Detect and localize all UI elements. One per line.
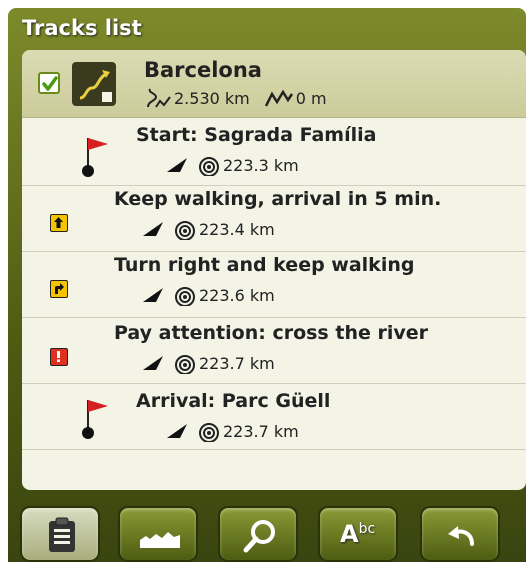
waypoint-row[interactable]: Turn right and keep walking 223.6 km <box>22 252 526 318</box>
waypoint-distance: 223.7 km <box>223 421 299 441</box>
waypoint-title: Keep walking, arrival in 5 min. <box>114 188 442 210</box>
right-turn-sign-icon <box>50 280 68 298</box>
waypoint-distance-row: 223.3 km <box>166 154 299 176</box>
waypoint-distance-row: 223.4 km <box>142 218 275 240</box>
waypoint-title: Turn right and keep walking <box>114 254 415 276</box>
bearing-arrow-icon <box>143 288 163 302</box>
warning-sign-icon <box>50 348 68 366</box>
waypoint-row[interactable]: Pay attention: cross the river 223.7 km <box>22 318 526 384</box>
search-button[interactable] <box>218 506 298 562</box>
waypoint-distance-row: 223.7 km <box>166 420 299 442</box>
back-arrow-icon <box>448 526 474 546</box>
waypoint-title: Start: Sagrada Família <box>136 124 377 146</box>
list-button[interactable] <box>20 506 100 562</box>
checkmark-icon <box>42 76 58 91</box>
waypoint-row[interactable]: Keep walking, arrival in 5 min. 223.4 km <box>22 186 526 252</box>
gps-signal-icon <box>175 287 195 306</box>
gps-signal-icon <box>175 221 195 240</box>
straight-arrow-sign-icon <box>50 214 68 232</box>
rename-button[interactable]: Abc <box>318 506 398 562</box>
waypoint-distance-row: 223.6 km <box>142 284 275 306</box>
red-flag-icon <box>82 138 108 177</box>
waypoint-row[interactable]: Start: Sagrada Família 223.3 km <box>22 120 526 186</box>
track-stats: 2.530 km 0 m <box>144 86 327 110</box>
waypoint-distance: 223.7 km <box>199 353 275 373</box>
bearing-arrow-icon <box>167 158 187 172</box>
bearing-arrow-icon <box>167 424 187 438</box>
gps-signal-icon <box>175 355 195 374</box>
distance-icon <box>147 88 171 108</box>
waypoint-distance: 223.4 km <box>199 219 275 239</box>
waypoint-distance-row: 223.7 km <box>142 352 275 374</box>
track-elevation: 0 m <box>295 88 327 108</box>
gps-signal-icon <box>199 157 219 176</box>
tracks-list-panel[interactable]: Barcelona 2.530 km 0 m Start: Sagrada Fa… <box>22 50 526 490</box>
waypoint-row[interactable]: Arrival: Parc Güell 223.7 km <box>22 384 526 450</box>
track-route-icon <box>72 62 116 106</box>
bearing-arrow-icon <box>143 222 163 236</box>
magnifier-icon <box>243 520 275 553</box>
tracks-list-window: Tracks list Barcelona 2.530 km 0 m Start… <box>8 8 526 562</box>
window-title: Tracks list <box>22 16 142 40</box>
bearing-arrow-icon <box>143 356 163 370</box>
waypoint-title: Pay attention: cross the river <box>114 322 428 344</box>
clipboard-icon <box>49 517 75 552</box>
back-button[interactable] <box>420 506 500 562</box>
waypoint-title: Arrival: Parc Güell <box>136 390 331 412</box>
red-flag-icon <box>82 400 108 439</box>
elevation-profile-icon <box>140 532 180 548</box>
waypoint-distance: 223.6 km <box>199 285 275 305</box>
track-distance: 2.530 km <box>174 88 250 108</box>
abc-icon: Abc <box>340 520 376 548</box>
track-row-barcelona[interactable]: Barcelona 2.530 km 0 m <box>22 50 526 118</box>
gps-signal-icon <box>199 423 219 442</box>
track-visible-checkbox[interactable] <box>38 72 60 94</box>
track-name: Barcelona <box>144 58 262 82</box>
elevation-profile-button[interactable] <box>118 506 198 562</box>
waypoint-distance: 223.3 km <box>223 155 299 175</box>
elevation-icon <box>264 89 293 107</box>
